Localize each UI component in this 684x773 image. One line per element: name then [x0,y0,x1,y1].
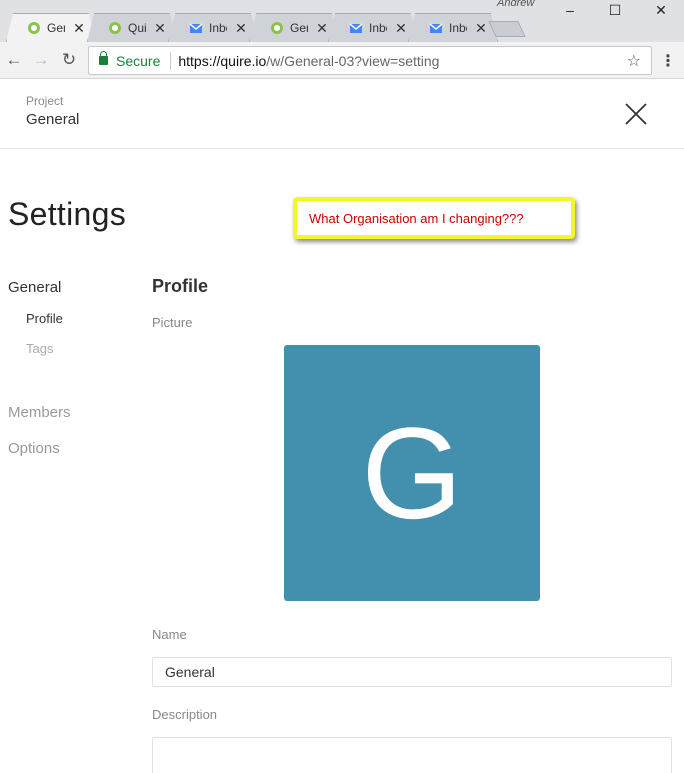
name-field[interactable] [152,657,672,687]
settings-nav-tags[interactable]: Tags [26,341,53,356]
browser-tab-3[interactable]: Inbo ✕ [168,13,258,42]
inbox-icon [189,23,203,33]
address-bar[interactable]: Secure https://quire.io/w/General-03?vie… [88,46,652,75]
name-label: Name [152,627,187,642]
minimize-icon[interactable]: – [560,2,580,18]
forward-arrow-icon[interactable]: → [31,50,51,70]
secure-label: Secure [116,52,161,69]
close-tab-icon[interactable]: ✕ [395,20,407,37]
project-label: Project [26,94,64,108]
picture-label: Picture [152,315,193,330]
browser-menu-icon[interactable]: ⋮ [660,51,676,71]
tab-label: Gen [290,21,308,35]
browser-tab-1[interactable]: Gen ✕ [6,13,96,42]
browser-tab-4[interactable]: Gen ✕ [249,13,339,42]
close-tab-icon[interactable]: ✕ [316,20,328,37]
tab-label: Inbo [209,21,227,35]
lock-icon [99,51,108,65]
close-icon[interactable] [624,102,648,126]
settings-nav-options[interactable]: Options [8,440,60,457]
new-tab-button[interactable] [488,21,526,37]
browser-tab-6[interactable]: Inbo ✕ [408,13,498,42]
browser-tab-strip: Gen ✕ Quir ✕ Inbo ✕ Gen ✕ Inbo ✕ Inbo ✕ … [0,0,684,42]
page-title: Settings [8,196,127,232]
description-field[interactable] [152,737,672,773]
avatar-letter: G [361,400,463,546]
back-arrow-icon[interactable]: ← [4,50,24,70]
bookmark-star-icon[interactable]: ☆ [627,51,641,71]
settings-nav-general[interactable]: General [8,279,61,296]
close-tab-icon[interactable]: ✕ [154,20,166,37]
browser-tab-5[interactable]: Inbo ✕ [328,13,418,42]
tab-label: Quir [128,21,146,35]
tab-label: Inbo [449,21,467,35]
annotation-text: What Organisation am I changing??? [309,210,524,226]
project-name: General [26,111,80,128]
settings-nav-profile[interactable]: Profile [26,311,63,326]
annotation-callout: What Organisation am I changing??? [293,197,575,239]
url-path: /w/General-03?view=setting [266,52,440,69]
quire-icon [28,22,40,34]
settings-nav-members[interactable]: Members [8,404,71,421]
tab-label: Inbo [369,21,387,35]
reload-icon[interactable]: ↻ [59,50,79,70]
tab-label: Gen [47,21,65,35]
url-host: https://quire.io [178,52,267,69]
close-tab-icon[interactable]: ✕ [73,20,85,37]
quire-icon [109,22,121,34]
window-close-icon[interactable]: ✕ [651,2,671,18]
browser-toolbar: ← → ↻ Secure https://quire.io/w/General-… [0,42,684,79]
close-tab-icon[interactable]: ✕ [475,20,487,37]
description-label: Description [152,707,218,722]
quire-icon [271,22,283,34]
maximize-icon[interactable]: ☐ [605,2,625,18]
inbox-icon [349,23,363,33]
close-tab-icon[interactable]: ✕ [235,20,247,37]
profile-section-title: Profile [152,276,209,296]
avatar[interactable]: G [284,345,540,601]
inbox-icon [429,23,443,33]
divider [170,51,172,70]
profile-name[interactable]: Andrew [497,0,534,9]
project-header: Project General [0,80,684,149]
browser-tab-2[interactable]: Quir ✕ [87,13,177,42]
